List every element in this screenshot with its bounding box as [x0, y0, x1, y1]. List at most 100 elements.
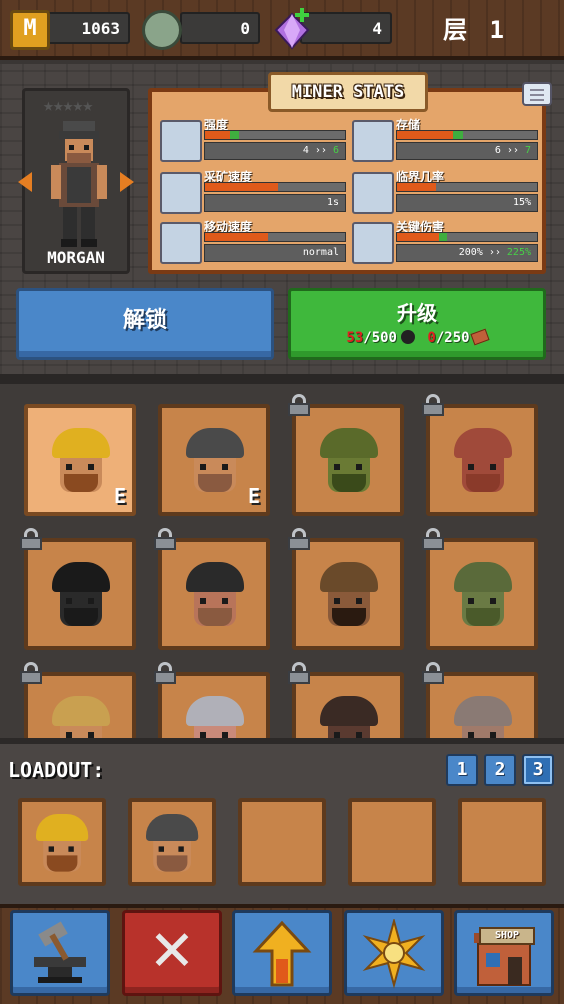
lock-body: [422, 537, 444, 550]
stat-arrow: ››: [482, 247, 507, 258]
loadout-page-2-button[interactable]: 2: [484, 754, 516, 786]
miner-roster-grid: EE: [0, 384, 564, 754]
head-beard: [156, 855, 188, 872]
head-beard: [332, 474, 366, 492]
head-hat: [36, 814, 89, 841]
stat-next: 7: [524, 145, 531, 156]
miner-head-icon: [146, 814, 199, 873]
loadout-slot-3[interactable]: [238, 798, 326, 886]
shop-button[interactable]: SHOP: [454, 910, 554, 996]
miner-head-icon: [454, 428, 512, 494]
head-beard: [64, 608, 98, 626]
floor-indicator: 层 1: [443, 10, 504, 45]
equipped-marker: E: [113, 484, 126, 508]
loadout-page-3-button[interactable]: 3: [522, 754, 554, 786]
lock-body: [154, 671, 176, 684]
lock-body: [288, 403, 310, 416]
coal-have: 53: [346, 330, 364, 346]
prev-miner-arrow-icon[interactable]: [18, 172, 32, 192]
lock-icon: [154, 662, 176, 684]
roster-card-goblin-miner[interactable]: [288, 394, 404, 516]
roster-card-hooded-miner[interactable]: [20, 528, 136, 650]
star-rating: ★★★★★: [43, 95, 93, 116]
chat-bubble-icon[interactable]: [522, 82, 552, 106]
floor-label: 层: [443, 16, 468, 44]
roster-card-bald-miner[interactable]: [422, 394, 538, 516]
crystal-plus-icon[interactable]: [272, 8, 312, 52]
head-eyes: [334, 464, 340, 470]
head-eyes: [200, 464, 206, 470]
head-hat: [52, 562, 110, 592]
lock-icon: [422, 662, 444, 684]
loadout-slot-5[interactable]: [458, 798, 546, 886]
gold-counter: 1063: [46, 12, 130, 44]
head-eyes: [334, 598, 340, 604]
crystal-value: 4: [372, 19, 382, 38]
stat-bar-upgrade: [230, 131, 239, 139]
head-eyes: [158, 846, 164, 852]
loadout-slot-2[interactable]: [128, 798, 216, 886]
head-hat: [454, 428, 512, 458]
stat-next: 225%: [506, 247, 531, 258]
head-beard: [466, 474, 500, 492]
stat-value: 6 ›› 7: [396, 142, 538, 160]
roster-card-gold-helmet-miner[interactable]: E: [24, 404, 136, 516]
sun-compass-icon: [362, 917, 426, 989]
stat-bar-fill: [205, 131, 231, 139]
next-miner-arrow-icon[interactable]: [120, 172, 134, 192]
coal-need: /500: [363, 330, 397, 346]
head-beard: [64, 474, 98, 492]
lock-body: [422, 671, 444, 684]
brick-need: /250: [435, 330, 470, 346]
floor-number: 1: [489, 16, 504, 44]
stat-bar: [204, 182, 346, 192]
head-eyes: [200, 598, 206, 604]
shop-sign: SHOP: [479, 927, 535, 945]
stone-value: 0: [240, 19, 250, 38]
stat-bar-fill: [397, 233, 439, 241]
loadout-page-1-button[interactable]: 1: [446, 754, 478, 786]
lock-body: [20, 537, 42, 550]
loadout-slot-1[interactable]: [18, 798, 106, 886]
miner-head-icon: [186, 428, 244, 494]
upgrade-button[interactable]: 升级 53/500 0/250: [288, 288, 546, 360]
head-hat: [186, 428, 244, 458]
stat-4: 移动速度 normal: [160, 220, 346, 264]
section-divider: [0, 374, 564, 384]
miner-head-icon: [36, 814, 89, 873]
head-hat: [454, 696, 512, 726]
roster-card-morgan-miner[interactable]: E: [158, 404, 270, 516]
stat-bar-fill: [205, 183, 278, 191]
roster-card-green-miner[interactable]: [422, 528, 538, 650]
loadout-slot-4[interactable]: [348, 798, 436, 886]
head-hat: [186, 562, 244, 592]
miner-head-icon: [454, 562, 512, 628]
lock-icon: [288, 528, 310, 550]
stat-bar: [396, 182, 538, 192]
roster-card-pirate-miner[interactable]: [154, 528, 270, 650]
stat-bar-fill: [397, 183, 437, 191]
unlock-button[interactable]: 解锁: [16, 288, 274, 360]
stat-bar-upgrade: [453, 131, 463, 139]
head-beard: [466, 608, 500, 626]
lock-icon: [20, 528, 42, 550]
miner-head-icon: [186, 562, 244, 628]
head-beard: [46, 855, 78, 872]
skills-button[interactable]: [344, 910, 444, 996]
head-hat: [454, 562, 512, 592]
miner-head-icon: [320, 562, 378, 628]
upgrade-arrow-button[interactable]: [232, 910, 332, 996]
upgrade-label: 升级: [397, 301, 437, 325]
stat-value: normal: [204, 244, 346, 262]
pickaxe-icon: [160, 172, 202, 214]
lock-body: [422, 403, 444, 416]
close-button[interactable]: ✕: [122, 910, 222, 996]
roster-card-bandana-miner[interactable]: [288, 528, 404, 650]
loadout-label: LOADOUT:: [8, 758, 105, 782]
lock-icon: [20, 662, 42, 684]
anvil-hammer-button[interactable]: [10, 910, 110, 996]
stat-bar: [204, 232, 346, 242]
lock-icon: [422, 528, 444, 550]
stat-2: 采矿速度 1s: [160, 170, 346, 214]
head-hat: [186, 696, 244, 726]
